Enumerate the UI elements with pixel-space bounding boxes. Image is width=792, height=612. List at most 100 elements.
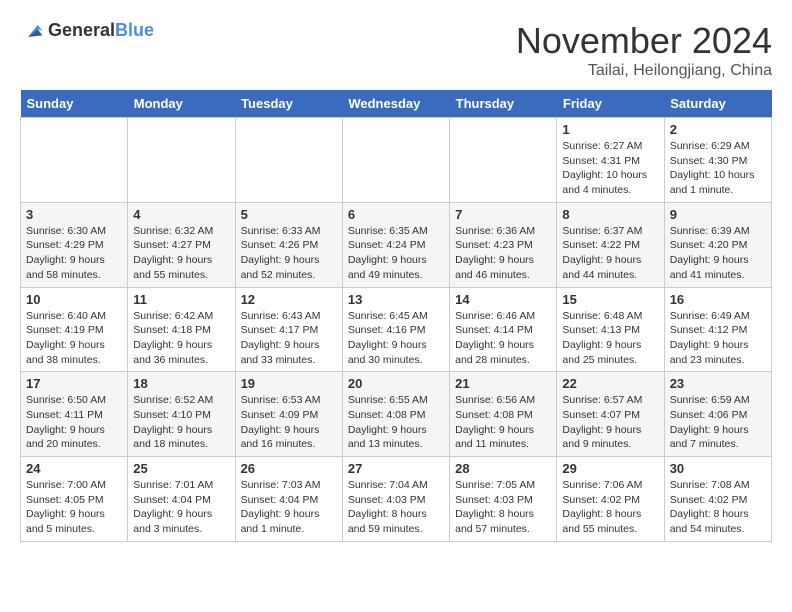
day-info: Sunrise: 7:03 AM Sunset: 4:04 PM Dayligh… <box>241 478 337 537</box>
calendar-cell: 14Sunrise: 6:46 AM Sunset: 4:14 PM Dayli… <box>450 287 557 372</box>
calendar-cell: 19 Sunrise: 6:53 AM Sunset: 4:09 PM Dayli… <box>235 372 342 457</box>
day-info: Sunrise: 6:33 AM Sunset: 4:26 PM Dayligh… <box>241 224 337 283</box>
calendar-cell: 23Sunrise: 6:59 AM Sunset: 4:06 PM Dayli… <box>664 372 771 457</box>
calendar-week-row: 24 Sunrise: 7:00 AM Sunset: 4:05 PM Dayli… <box>21 457 772 542</box>
day-number: 7 <box>455 207 551 222</box>
day-number: 26 <box>241 461 337 476</box>
day-info: Sunrise: 6:43 AM Sunset: 4:17 PM Dayligh… <box>241 309 337 368</box>
location-title: Tailai, Heilongjiang, China <box>516 62 772 80</box>
calendar-cell: 25 Sunrise: 7:01 AM Sunset: 4:04 PM Dayli… <box>128 457 235 542</box>
calendar-cell: 12 Sunrise: 6:43 AM Sunset: 4:17 PM Dayli… <box>235 287 342 372</box>
calendar-cell: 29 Sunrise: 7:06 AM Sunset: 4:02 PM Dayli… <box>557 457 664 542</box>
day-number: 6 <box>348 207 444 222</box>
day-info: Sunrise: 6:42 AM Sunset: 4:18 PM Dayligh… <box>133 309 229 368</box>
day-number: 1 <box>562 122 658 137</box>
calendar-cell: 28 Sunrise: 7:05 AM Sunset: 4:03 PM Dayli… <box>450 457 557 542</box>
calendar-week-row: 10 Sunrise: 6:40 AM Sunset: 4:19 PM Dayli… <box>21 287 772 372</box>
calendar-cell: 6Sunrise: 6:35 AM Sunset: 4:24 PM Daylig… <box>342 202 449 287</box>
calendar-cell: 5 Sunrise: 6:33 AM Sunset: 4:26 PM Daylig… <box>235 202 342 287</box>
day-number: 19 <box>241 376 337 391</box>
day-info: Sunrise: 6:49 AM Sunset: 4:12 PM Dayligh… <box>670 309 766 368</box>
calendar-cell: 26 Sunrise: 7:03 AM Sunset: 4:04 PM Dayli… <box>235 457 342 542</box>
day-info: Sunrise: 6:53 AM Sunset: 4:09 PM Dayligh… <box>241 393 337 452</box>
calendar-cell: 16 Sunrise: 6:49 AM Sunset: 4:12 PM Dayli… <box>664 287 771 372</box>
calendar-table: SundayMondayTuesdayWednesdayThursdayFrid… <box>20 90 772 542</box>
day-number: 9 <box>670 207 766 222</box>
weekday-header: Tuesday <box>235 90 342 118</box>
calendar-cell: 15 Sunrise: 6:48 AM Sunset: 4:13 PM Dayli… <box>557 287 664 372</box>
calendar-cell <box>342 118 449 203</box>
day-info: Sunrise: 6:52 AM Sunset: 4:10 PM Dayligh… <box>133 393 229 452</box>
day-number: 2 <box>670 122 766 137</box>
day-number: 3 <box>26 207 122 222</box>
calendar-cell: 17Sunrise: 6:50 AM Sunset: 4:11 PM Dayli… <box>21 372 128 457</box>
day-info: Sunrise: 6:27 AM Sunset: 4:31 PM Dayligh… <box>562 139 658 198</box>
calendar-cell: 30Sunrise: 7:08 AM Sunset: 4:02 PM Dayli… <box>664 457 771 542</box>
day-number: 30 <box>670 461 766 476</box>
day-number: 16 <box>670 292 766 307</box>
day-number: 25 <box>133 461 229 476</box>
day-info: Sunrise: 7:05 AM Sunset: 4:03 PM Dayligh… <box>455 478 551 537</box>
calendar-cell: 9 Sunrise: 6:39 AM Sunset: 4:20 PM Daylig… <box>664 202 771 287</box>
day-info: Sunrise: 6:39 AM Sunset: 4:20 PM Dayligh… <box>670 224 766 283</box>
calendar-cell: 10 Sunrise: 6:40 AM Sunset: 4:19 PM Dayli… <box>21 287 128 372</box>
day-info: Sunrise: 7:01 AM Sunset: 4:04 PM Dayligh… <box>133 478 229 537</box>
calendar-cell <box>235 118 342 203</box>
day-info: Sunrise: 7:04 AM Sunset: 4:03 PM Dayligh… <box>348 478 444 537</box>
day-number: 5 <box>241 207 337 222</box>
calendar-cell: 3 Sunrise: 6:30 AM Sunset: 4:29 PM Daylig… <box>21 202 128 287</box>
calendar-cell: 1 Sunrise: 6:27 AM Sunset: 4:31 PM Daylig… <box>557 118 664 203</box>
calendar-cell: 13Sunrise: 6:45 AM Sunset: 4:16 PM Dayli… <box>342 287 449 372</box>
day-number: 24 <box>26 461 122 476</box>
day-info: Sunrise: 6:40 AM Sunset: 4:19 PM Dayligh… <box>26 309 122 368</box>
logo: GeneralBlue <box>20 20 154 41</box>
logo-general-text: General <box>48 20 115 40</box>
day-info: Sunrise: 6:29 AM Sunset: 4:30 PM Dayligh… <box>670 139 766 198</box>
header: GeneralBlue November 2024 Tailai, Heilon… <box>20 20 772 80</box>
day-number: 8 <box>562 207 658 222</box>
calendar-cell: 2 Sunrise: 6:29 AM Sunset: 4:30 PM Daylig… <box>664 118 771 203</box>
day-number: 20 <box>348 376 444 391</box>
day-number: 10 <box>26 292 122 307</box>
day-info: Sunrise: 6:37 AM Sunset: 4:22 PM Dayligh… <box>562 224 658 283</box>
weekday-header: Monday <box>128 90 235 118</box>
day-info: Sunrise: 6:36 AM Sunset: 4:23 PM Dayligh… <box>455 224 551 283</box>
day-info: Sunrise: 6:56 AM Sunset: 4:08 PM Dayligh… <box>455 393 551 452</box>
logo-icon <box>20 21 44 41</box>
calendar-cell: 11 Sunrise: 6:42 AM Sunset: 4:18 PM Dayli… <box>128 287 235 372</box>
calendar-cell <box>128 118 235 203</box>
weekday-header: Thursday <box>450 90 557 118</box>
calendar-cell: 4Sunrise: 6:32 AM Sunset: 4:27 PM Daylig… <box>128 202 235 287</box>
weekday-header: Saturday <box>664 90 771 118</box>
weekday-header: Sunday <box>21 90 128 118</box>
calendar-week-row: 3 Sunrise: 6:30 AM Sunset: 4:29 PM Daylig… <box>21 202 772 287</box>
month-title: November 2024 <box>516 20 772 62</box>
calendar-cell: 8 Sunrise: 6:37 AM Sunset: 4:22 PM Daylig… <box>557 202 664 287</box>
weekday-header: Friday <box>557 90 664 118</box>
calendar-cell: 18Sunrise: 6:52 AM Sunset: 4:10 PM Dayli… <box>128 372 235 457</box>
day-info: Sunrise: 6:30 AM Sunset: 4:29 PM Dayligh… <box>26 224 122 283</box>
weekday-header-row: SundayMondayTuesdayWednesdayThursdayFrid… <box>21 90 772 118</box>
calendar-cell: 20 Sunrise: 6:55 AM Sunset: 4:08 PM Dayli… <box>342 372 449 457</box>
calendar-cell <box>21 118 128 203</box>
day-number: 21 <box>455 376 551 391</box>
day-number: 4 <box>133 207 229 222</box>
calendar-cell: 7 Sunrise: 6:36 AM Sunset: 4:23 PM Daylig… <box>450 202 557 287</box>
day-number: 15 <box>562 292 658 307</box>
day-number: 11 <box>133 292 229 307</box>
day-info: Sunrise: 7:06 AM Sunset: 4:02 PM Dayligh… <box>562 478 658 537</box>
day-info: Sunrise: 6:50 AM Sunset: 4:11 PM Dayligh… <box>26 393 122 452</box>
day-info: Sunrise: 6:45 AM Sunset: 4:16 PM Dayligh… <box>348 309 444 368</box>
calendar-cell: 21 Sunrise: 6:56 AM Sunset: 4:08 PM Dayli… <box>450 372 557 457</box>
day-number: 12 <box>241 292 337 307</box>
day-info: Sunrise: 6:59 AM Sunset: 4:06 PM Dayligh… <box>670 393 766 452</box>
day-number: 29 <box>562 461 658 476</box>
day-number: 28 <box>455 461 551 476</box>
day-info: Sunrise: 6:46 AM Sunset: 4:14 PM Dayligh… <box>455 309 551 368</box>
day-info: Sunrise: 6:55 AM Sunset: 4:08 PM Dayligh… <box>348 393 444 452</box>
day-info: Sunrise: 6:48 AM Sunset: 4:13 PM Dayligh… <box>562 309 658 368</box>
logo-blue-text: Blue <box>115 20 154 40</box>
calendar-cell <box>450 118 557 203</box>
day-info: Sunrise: 7:00 AM Sunset: 4:05 PM Dayligh… <box>26 478 122 537</box>
calendar-week-row: 1 Sunrise: 6:27 AM Sunset: 4:31 PM Daylig… <box>21 118 772 203</box>
